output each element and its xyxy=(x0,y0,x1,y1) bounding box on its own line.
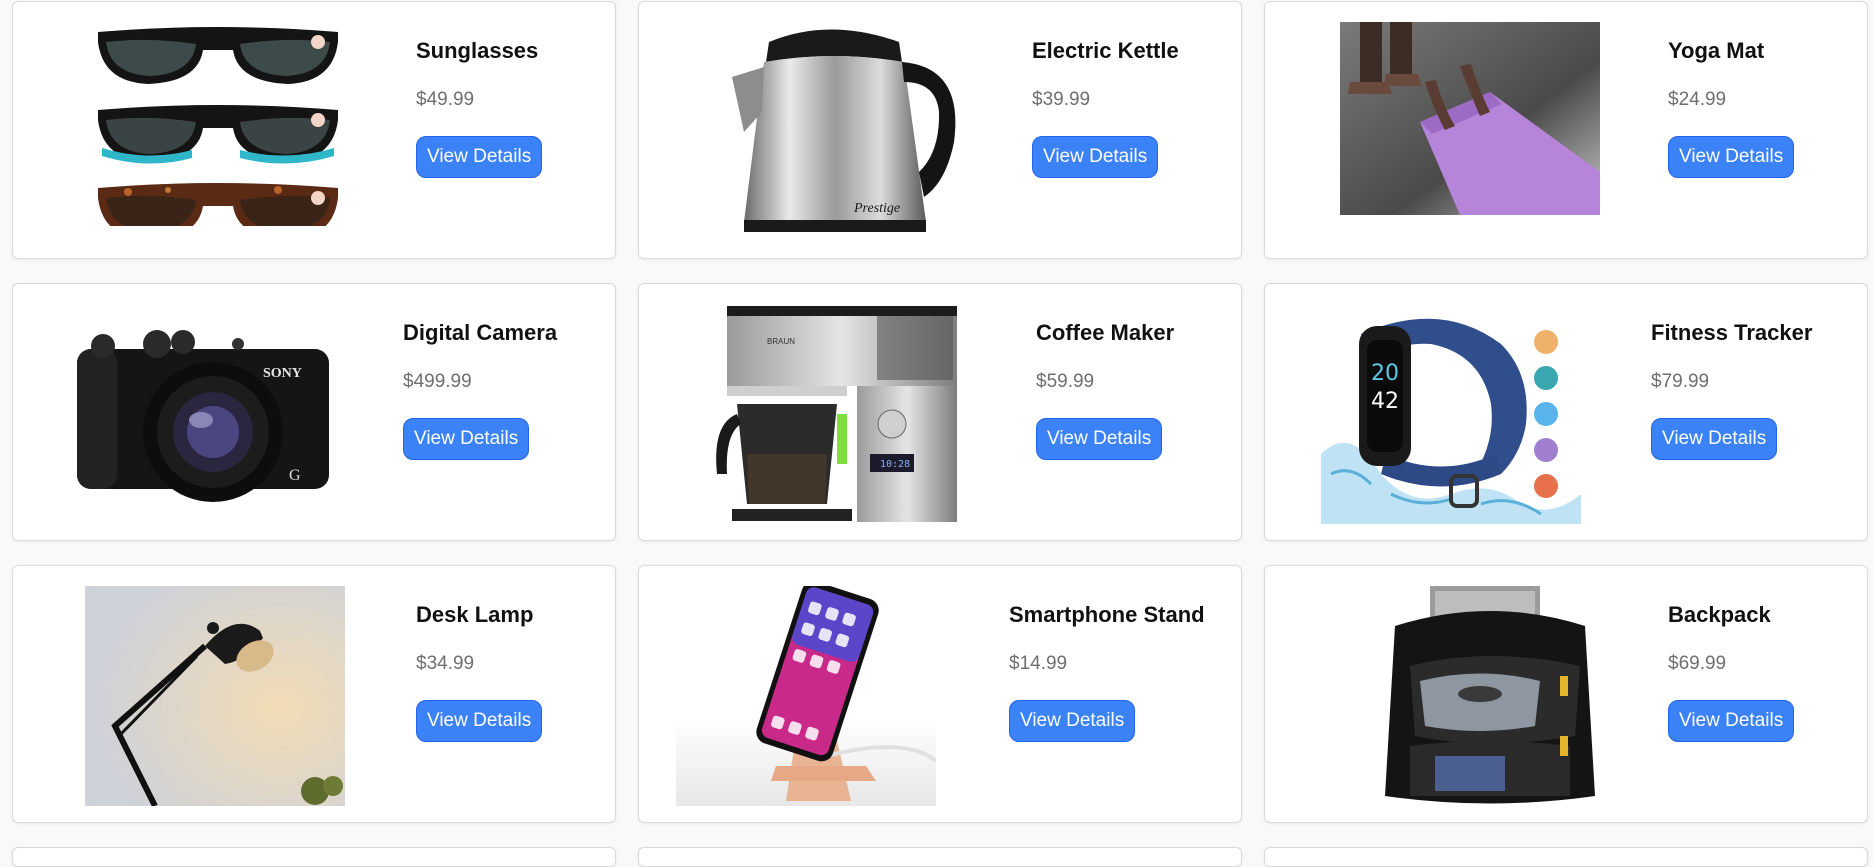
view-details-button[interactable]: View Details xyxy=(1032,136,1159,178)
product-name: Electric Kettle xyxy=(1032,38,1179,63)
view-details-button[interactable]: View Details xyxy=(403,418,530,460)
product-name: Fitness Tracker xyxy=(1651,320,1813,345)
product-name: Smartphone Stand xyxy=(1009,602,1205,627)
view-details-button[interactable]: View Details xyxy=(1009,700,1136,742)
product-price: $14.99 xyxy=(1009,653,1068,674)
product-info: Smartphone Stand $14.99 View Details xyxy=(1009,600,1205,742)
product-info: Desk Lamp $34.99 View Details xyxy=(416,600,543,742)
tracker-hours: 20 xyxy=(1371,361,1399,386)
product-info: Fitness Tracker $79.99 View Details xyxy=(1651,318,1812,460)
product-name: Coffee Maker xyxy=(1036,320,1175,345)
product-card: Smartphone Stand $14.99 View Details xyxy=(638,565,1242,823)
view-details-button[interactable]: View Details xyxy=(1668,136,1795,178)
yoga-mat-image xyxy=(1340,22,1600,242)
product-grid: Sunglasses $49.99 View Details Prestige … xyxy=(0,0,1873,867)
product-info: Electric Kettle $39.99 View Details xyxy=(1032,36,1179,178)
product-info: Digital Camera $499.99 View Details xyxy=(403,318,557,460)
sunglasses-image xyxy=(88,22,348,242)
tracker-minutes: 42 xyxy=(1371,389,1399,414)
phone-stand-image xyxy=(676,586,936,806)
view-details-button[interactable]: View Details xyxy=(416,136,543,178)
product-price: $39.99 xyxy=(1032,89,1091,110)
view-details-button[interactable]: View Details xyxy=(1036,418,1163,460)
product-card: 20 42 Fitness Tracker $79.99 View Detail… xyxy=(1264,283,1868,541)
svg-text:G: G xyxy=(289,467,301,484)
view-details-button[interactable]: View Details xyxy=(416,700,543,742)
product-card xyxy=(12,847,616,867)
product-card: Prestige Electric Kettle $39.99 View Det… xyxy=(638,1,1242,259)
coffee-maker-image: BRAUN 10:28 xyxy=(707,304,967,524)
coffee-display-text: 10:28 xyxy=(880,459,910,470)
product-card xyxy=(638,847,1242,867)
product-card: Yoga Mat $24.99 View Details xyxy=(1264,1,1868,259)
product-card: SONY G Digital Camera $499.99 View Detai… xyxy=(12,283,616,541)
product-price: $69.99 xyxy=(1668,653,1727,674)
product-info: Backpack $69.99 View Details xyxy=(1668,600,1795,742)
desk-lamp-image xyxy=(85,586,345,806)
kettle-image: Prestige xyxy=(714,22,974,242)
view-details-button[interactable]: View Details xyxy=(1651,418,1778,460)
product-info: Coffee Maker $59.99 View Details xyxy=(1036,318,1174,460)
product-info: Yoga Mat $24.99 View Details xyxy=(1668,36,1795,178)
product-price: $79.99 xyxy=(1651,371,1710,392)
product-price: $49.99 xyxy=(416,89,475,110)
camera-brand-label: SONY xyxy=(263,366,302,381)
product-name: Yoga Mat xyxy=(1668,38,1765,63)
product-price: $499.99 xyxy=(403,371,472,392)
product-price: $24.99 xyxy=(1668,89,1727,110)
product-price: $34.99 xyxy=(416,653,475,674)
backpack-image xyxy=(1340,586,1600,806)
product-card: Backpack $69.99 View Details xyxy=(1264,565,1868,823)
kettle-brand-label: Prestige xyxy=(853,201,900,216)
product-card: Sunglasses $49.99 View Details xyxy=(12,1,616,259)
product-name: Desk Lamp xyxy=(416,602,534,627)
product-name: Sunglasses xyxy=(416,38,539,63)
product-name: Backpack xyxy=(1668,602,1771,627)
product-card: BRAUN 10:28 Coffee Maker $59.99 View Det… xyxy=(638,283,1242,541)
product-card: Desk Lamp $34.99 View Details xyxy=(12,565,616,823)
product-info: Sunglasses $49.99 View Details xyxy=(416,36,543,178)
product-card xyxy=(1264,847,1868,867)
fitness-tracker-image: 20 42 xyxy=(1321,304,1581,524)
product-name: Digital Camera xyxy=(403,320,558,345)
camera-image: SONY G xyxy=(73,304,333,524)
coffee-brand-label: BRAUN xyxy=(767,337,795,346)
product-price: $59.99 xyxy=(1036,371,1095,392)
view-details-button[interactable]: View Details xyxy=(1668,700,1795,742)
